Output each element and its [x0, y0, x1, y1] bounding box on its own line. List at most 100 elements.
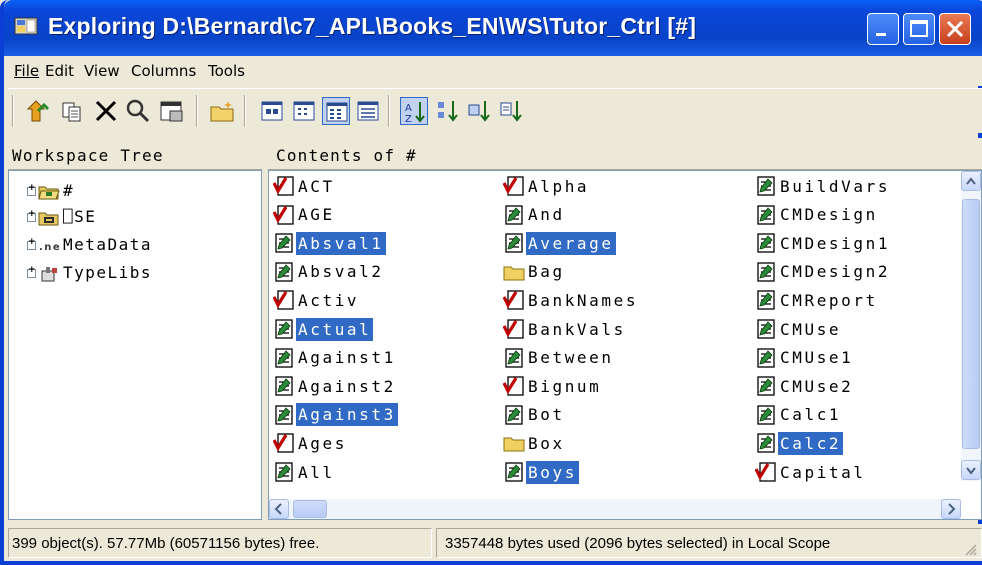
close-button[interactable]: [939, 13, 971, 45]
sort-by-size-icon: [468, 101, 490, 122]
list-item[interactable]: Against3: [273, 403, 398, 430]
list-item[interactable]: CMDesign: [755, 204, 880, 230]
new-namespace-button[interactable]: [208, 97, 236, 125]
list-item[interactable]: Alpha: [503, 175, 591, 201]
list-item[interactable]: Absval1: [273, 231, 386, 258]
tree-node-se[interactable]: ⎕SE: [27, 207, 96, 231]
list-item[interactable]: CMUse2: [755, 375, 855, 401]
list-item[interactable]: Bignum: [503, 375, 603, 401]
resize-grip-icon[interactable]: [964, 543, 978, 557]
list-item[interactable]: BankVals: [503, 318, 628, 344]
expand-icon[interactable]: [27, 237, 37, 250]
list-item[interactable]: ACT: [273, 175, 337, 201]
list-item[interactable]: Capital: [755, 461, 868, 487]
list-item[interactable]: Calc2: [755, 431, 844, 458]
small-icons-view-button[interactable]: [290, 97, 318, 125]
tree-node-metadata[interactable]: .netMetaData: [27, 235, 152, 259]
expand-icon[interactable]: [27, 183, 37, 196]
vertical-scrollbar[interactable]: [961, 171, 981, 481]
tree-node-root[interactable]: #: [27, 181, 74, 205]
tree-node-typelibs[interactable]: TypeLibs: [27, 263, 152, 287]
list-item[interactable]: Against2: [273, 375, 398, 401]
scroll-up-button[interactable]: [961, 171, 981, 191]
list-item[interactable]: Bot: [503, 404, 567, 430]
list-item[interactable]: All: [273, 461, 337, 487]
sort-by-size-button[interactable]: [466, 97, 494, 125]
function-icon: [275, 319, 293, 339]
list-item[interactable]: Bag: [503, 261, 567, 287]
list-item[interactable]: Actual: [273, 317, 374, 344]
list-item[interactable]: Box: [503, 432, 567, 458]
variable-icon: [503, 290, 524, 311]
copy-button[interactable]: [58, 97, 86, 125]
large-icons-view-icon: [261, 101, 283, 121]
title-bar[interactable]: Exploring D:\Bernard\c7_APL\Books_EN\WS\…: [4, 0, 982, 56]
horizontal-scrollbar[interactable]: [269, 499, 961, 519]
maximize-icon: [910, 20, 928, 37]
close-icon: [946, 20, 964, 38]
details-view-button[interactable]: [354, 97, 382, 125]
properties-button[interactable]: [158, 97, 186, 125]
delete-button[interactable]: [92, 97, 120, 125]
list-item[interactable]: Average: [503, 231, 616, 258]
variable-icon: [273, 176, 294, 196]
up-folder-button[interactable]: [24, 97, 52, 125]
toolbar-grip: [12, 95, 14, 127]
list-item-label: CMReport: [780, 290, 878, 310]
sort-by-type-button[interactable]: [434, 97, 462, 125]
list-item[interactable]: Ages: [273, 432, 349, 458]
minimize-button[interactable]: [867, 13, 899, 45]
menu-view[interactable]: View: [84, 62, 120, 80]
menu-file[interactable]: File: [14, 62, 39, 80]
list-item[interactable]: Calc1: [755, 404, 843, 430]
list-item[interactable]: BankNames: [503, 289, 640, 315]
list-item-label: Against3: [296, 403, 398, 427]
list-item[interactable]: AGE: [273, 204, 337, 230]
expand-icon[interactable]: [27, 265, 37, 278]
list-item[interactable]: Against1: [273, 347, 398, 373]
toolbar-separator: [244, 95, 246, 127]
toolbar-separator: [196, 95, 198, 127]
function-icon: [757, 376, 775, 396]
sort-by-date-button[interactable]: [498, 97, 526, 125]
explorer-app-icon: [14, 17, 38, 35]
list-item[interactable]: BuildVars: [755, 175, 892, 201]
function-icon: [505, 233, 523, 253]
list-item[interactable]: And: [503, 204, 567, 230]
contents-header[interactable]: Contents of #: [268, 138, 982, 170]
list-view-button[interactable]: [322, 97, 350, 125]
variable-icon: [755, 462, 776, 482]
large-icons-view-button[interactable]: [258, 97, 286, 125]
maximize-button[interactable]: [903, 13, 935, 45]
list-item-label: Against1: [298, 348, 396, 368]
list-item[interactable]: CMUse1: [755, 347, 855, 373]
contents-list: ACT AGE Absval1 Absval2 Activ Actual Against1 A…: [268, 170, 982, 520]
menu-columns[interactable]: Columns: [131, 62, 196, 80]
minimize-icon: [876, 33, 886, 36]
scroll-left-button[interactable]: [269, 499, 289, 519]
list-item[interactable]: Between: [503, 347, 616, 373]
horizontal-scroll-thumb[interactable]: [293, 500, 327, 518]
menu-edit[interactable]: Edit: [45, 62, 74, 80]
variable-icon: [503, 376, 524, 396]
list-item[interactable]: Activ: [273, 289, 361, 315]
function-icon: [757, 204, 775, 225]
workspace-tree-header[interactable]: Workspace Tree: [8, 138, 262, 170]
menu-tools[interactable]: Tools: [208, 62, 245, 80]
chevron-right-icon: [948, 503, 956, 515]
list-item[interactable]: CMReport: [755, 289, 880, 315]
list-item[interactable]: CMUse: [755, 318, 843, 344]
scroll-thumb[interactable]: [962, 199, 980, 449]
list-item[interactable]: Absval2: [273, 261, 386, 287]
scroll-down-button[interactable]: [961, 460, 981, 480]
list-item[interactable]: Boys: [503, 460, 579, 487]
expand-icon[interactable]: [27, 209, 37, 222]
list-item-label: CMDesign2: [780, 262, 891, 282]
list-item-label: Bignum: [528, 376, 602, 396]
scroll-right-button[interactable]: [941, 499, 961, 519]
list-item[interactable]: CMDesign1: [755, 232, 892, 258]
sort-by-name-button[interactable]: AZ: [400, 97, 428, 125]
list-item[interactable]: CMDesign2: [755, 261, 892, 287]
function-icon: [757, 405, 775, 425]
find-button[interactable]: [124, 97, 152, 125]
